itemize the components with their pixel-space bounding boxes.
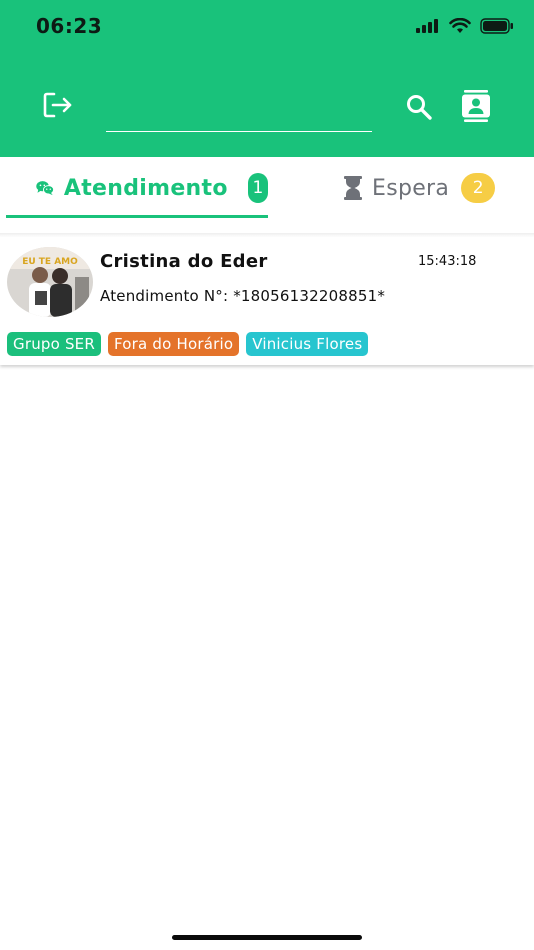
- battery-icon: [480, 18, 513, 34]
- avatar-banner-text: EU TE AMO: [22, 257, 78, 267]
- list-item[interactable]: EU TE AMO Cristina do Eder 15:43:18 Aten…: [0, 237, 534, 365]
- status-icons: [416, 18, 514, 34]
- home-indicator[interactable]: [172, 935, 362, 940]
- avatar: EU TE AMO: [7, 247, 93, 317]
- active-tab-indicator: [6, 215, 268, 218]
- signal-icon: [416, 19, 438, 33]
- wifi-icon: [449, 18, 471, 33]
- search-button[interactable]: [402, 90, 436, 124]
- tab-atendimento-count: 1: [247, 173, 268, 203]
- search-input[interactable]: [106, 94, 372, 132]
- tab-atendimento-label: Atendimento: [63, 175, 228, 201]
- logout-icon: [43, 92, 72, 118]
- contact-name: Cristina do Eder: [100, 251, 268, 272]
- tab-espera-label: Espera: [372, 175, 450, 201]
- chat-bubbles-icon: [36, 181, 54, 196]
- tab-espera[interactable]: Espera 2: [268, 157, 534, 219]
- tag-vinicius-flores: Vinicius Flores: [246, 332, 369, 356]
- search-icon: [407, 95, 432, 120]
- tab-bar: Atendimento 1 Espera 2: [0, 157, 534, 219]
- tag-list: Grupo SER Fora do Horário Vinicius Flore…: [7, 332, 369, 356]
- tab-espera-count: 2: [461, 173, 496, 203]
- tab-atendimento[interactable]: Atendimento 1: [6, 157, 268, 219]
- chat-number: Atendimento N°: *18056132208851*: [100, 287, 386, 305]
- status-bar: 06:23: [0, 0, 534, 50]
- contacts-icon: [462, 90, 490, 122]
- chat-time: 15:43:18: [418, 254, 477, 269]
- hourglass-icon: [344, 176, 362, 200]
- tag-grupo-ser: Grupo SER: [7, 332, 101, 356]
- tag-fora-do-horario: Fora do Horário: [108, 332, 240, 356]
- app-header: 06:23: [0, 0, 534, 157]
- contacts-button[interactable]: [458, 88, 494, 124]
- status-time: 06:23: [36, 14, 103, 38]
- logout-button[interactable]: [40, 88, 76, 122]
